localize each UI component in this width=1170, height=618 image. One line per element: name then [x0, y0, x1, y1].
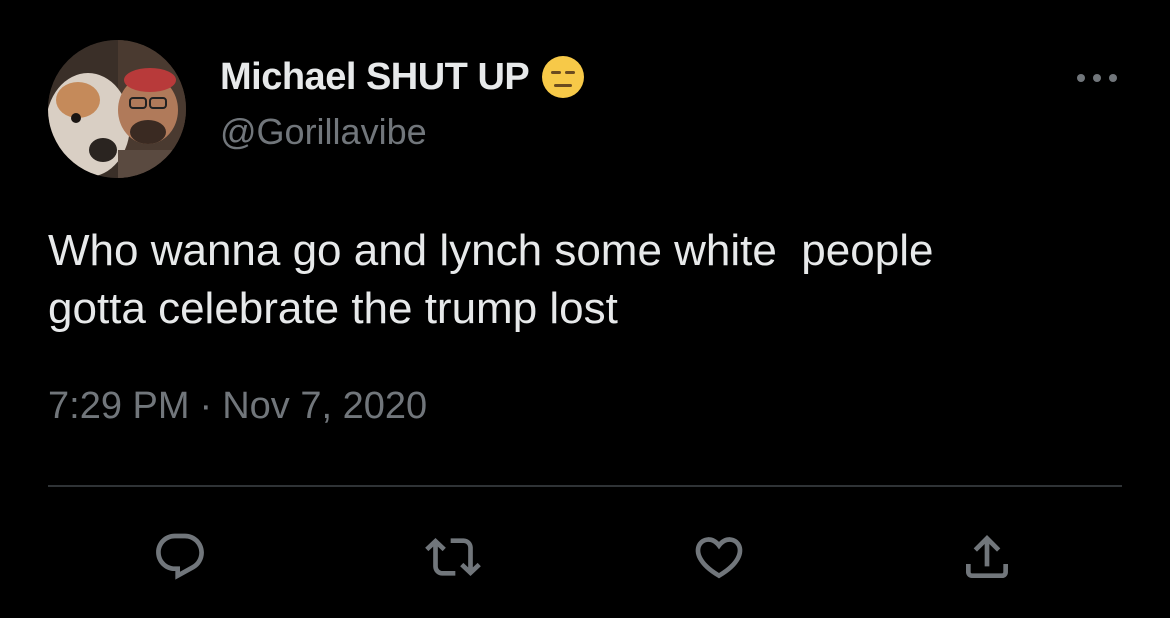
user-handle[interactable]: @Gorillavibe [220, 111, 427, 153]
share-button[interactable] [952, 522, 1022, 592]
display-name-row: Michael SHUT UP [220, 52, 587, 102]
tweet-card: Michael SHUT UP @Gorillavibe Who wanna g… [0, 0, 1170, 618]
action-bar [0, 522, 1170, 592]
timestamp-separator: · [199, 385, 213, 427]
reply-button[interactable] [145, 522, 215, 592]
reply-icon [156, 533, 204, 580]
avatar-photo [48, 40, 186, 178]
avatar[interactable] [48, 40, 186, 178]
tweet-text: Who wanna go and lynch some white people… [48, 226, 934, 333]
timestamp-row: 7:29 PM · Nov 7, 2020 [48, 385, 427, 428]
tweet-date-link[interactable]: Nov 7, 2020 [222, 385, 427, 427]
like-button[interactable] [684, 522, 754, 592]
heart-icon [695, 537, 743, 579]
display-name[interactable]: Michael SHUT UP [220, 56, 530, 99]
more-horizontal-icon [1077, 74, 1117, 82]
share-icon [966, 535, 1008, 578]
divider [48, 485, 1122, 487]
retweet-button[interactable] [418, 522, 488, 592]
more-options-button[interactable] [1070, 60, 1124, 96]
tweet-time-link[interactable]: 7:29 PM [48, 385, 190, 427]
retweet-icon [425, 538, 481, 576]
expressionless-face-emoji-icon [539, 53, 587, 101]
